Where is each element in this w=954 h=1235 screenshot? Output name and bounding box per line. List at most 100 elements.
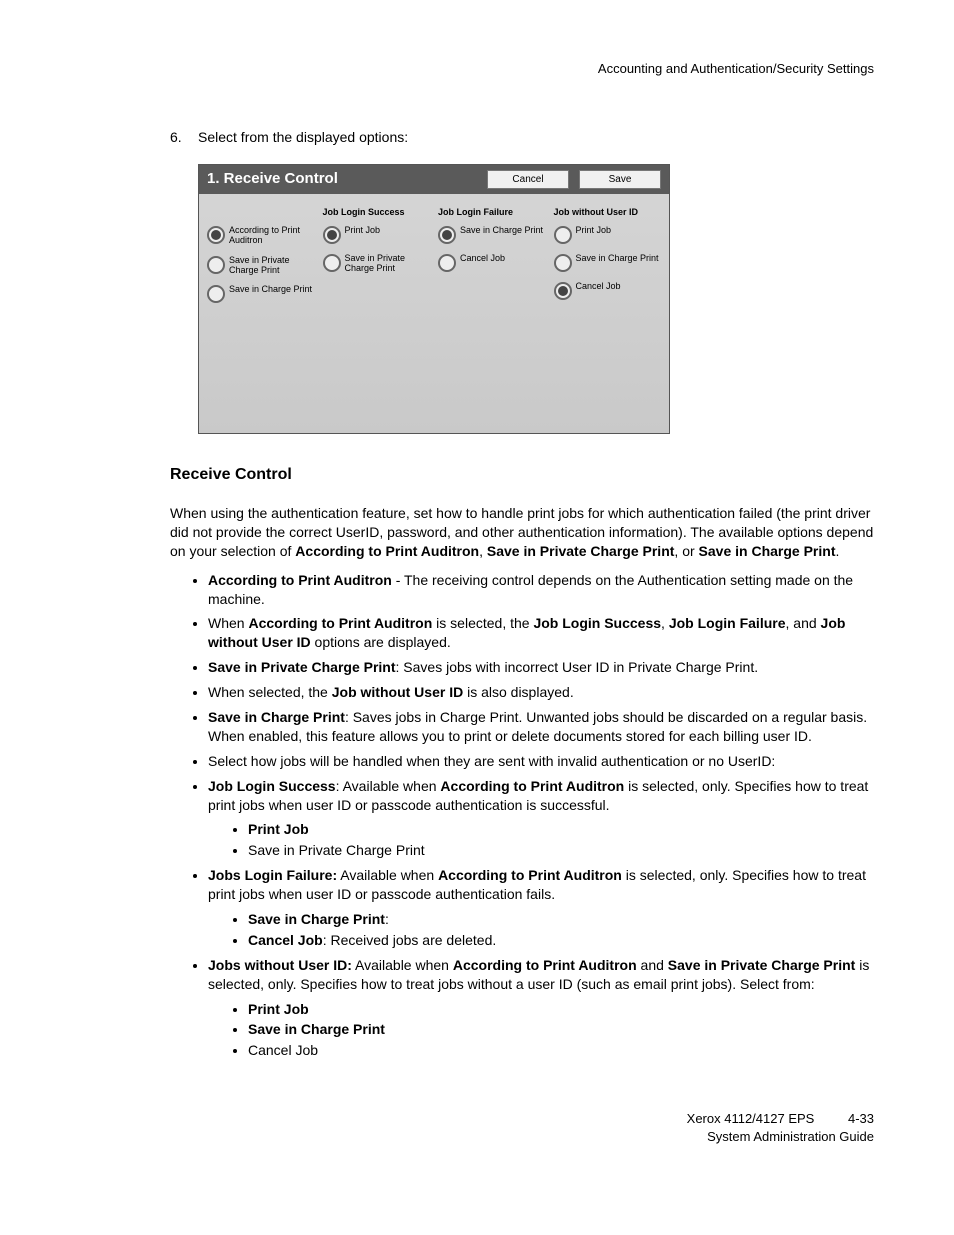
radio-save-charge-print[interactable]: Save in Charge Print [207,285,315,303]
text: is also displayed. [463,684,574,700]
footer-page-number: 4-33 [848,1110,874,1128]
radio-print-job[interactable]: Print Job [323,226,431,244]
col-job-login-failure: Job Login Failure Save in Charge Print C… [434,206,550,314]
list-item: Cancel Job [248,1041,874,1060]
radio-cancel-job[interactable]: Cancel Job [554,282,662,300]
bold: Save in Charge Print [248,1021,385,1037]
bold: Jobs Login Failure: [208,867,337,883]
radio-icon [207,285,225,303]
text: and [637,957,668,973]
col-head: Job without User ID [554,206,662,218]
bold: Save in Charge Print [208,709,345,725]
radio-label: Save in Charge Print [576,254,662,264]
text: , and [786,615,821,631]
text: options are displayed. [311,634,451,650]
radio-save-charge-print[interactable]: Save in Charge Print [554,254,662,272]
radio-icon [554,254,572,272]
text: , [479,543,487,559]
bold: According to Print Auditron [453,957,637,973]
bold: Save in Charge Print [248,911,385,927]
col-job-without-user-id: Job without User ID Print Job Save in Ch… [550,206,666,314]
step-number: 6. [170,128,198,147]
text: Available when [337,867,438,883]
radio-label: Save in Charge Print [460,226,546,236]
bold: Jobs without User ID: [208,957,352,973]
bold: Save in Private Charge Print [208,659,396,675]
sub-list: Save in Charge Print: Cancel Job: Receiv… [208,910,874,950]
col-head-blank [207,206,315,218]
bold: Cancel Job [248,932,323,948]
list-item: Jobs without User ID: Available when Acc… [208,956,874,1060]
radio-label: Print Job [345,226,431,236]
bold: According to Print Auditron [208,572,392,588]
footer-product: Xerox 4112/4127 EPS [687,1111,815,1126]
list-item: Save in Private Charge Print [248,841,874,860]
bold: According to Print Auditron [295,543,479,559]
bold: Print Job [248,821,309,837]
cancel-button[interactable]: Cancel [487,170,569,190]
col-receive-control: According to Print Auditron Save in Priv… [203,206,319,314]
text: : Received jobs are deleted. [323,932,497,948]
radio-label: Save in Charge Print [229,285,315,295]
list-item: When selected, the Job without User ID i… [208,683,874,702]
text: Select how jobs will be handled when the… [208,753,775,769]
col-job-login-success: Job Login Success Print Job Save in Priv… [319,206,435,314]
panel-body: According to Print Auditron Save in Priv… [199,194,669,434]
sub-list: Print Job Save in Private Charge Print [208,820,874,860]
text: . [835,543,839,559]
save-button[interactable]: Save [579,170,661,190]
panel-header: 1. Receive Control Cancel Save [199,165,669,193]
text: , or [674,543,698,559]
text: : Available when [336,778,441,794]
radio-label: According to Print Auditron [229,226,315,246]
radio-icon [554,226,572,244]
bold: According to Print Auditron [438,867,622,883]
panel-title: 1. Receive Control [207,169,477,189]
list-item: Save in Charge Print: [248,910,874,929]
list-item: Print Job [248,1000,874,1019]
radio-according-to-print-auditron[interactable]: According to Print Auditron [207,226,315,246]
text: : [385,911,389,927]
section-title: Receive Control [170,464,874,486]
bold: Job Login Success [208,778,336,794]
footer-doc-title: System Administration Guide [170,1128,874,1146]
radio-save-charge-print[interactable]: Save in Charge Print [438,226,546,244]
radio-icon [438,226,456,244]
bold: Job Login Failure [669,615,786,631]
radio-icon [207,226,225,244]
radio-label: Cancel Job [460,254,546,264]
list-item: Save in Private Charge Print: Saves jobs… [208,658,874,677]
bold: According to Print Auditron [248,615,432,631]
bold: Save in Charge Print [699,543,836,559]
intro-paragraph: When using the authentication feature, s… [170,504,874,561]
radio-label: Cancel Job [576,282,662,292]
list-item: According to Print Auditron - The receiv… [208,571,874,609]
step-6: 6. Select from the displayed options: [170,128,874,147]
radio-save-private-charge-print[interactable]: Save in Private Charge Print [207,256,315,276]
radio-icon [323,254,341,272]
bold: Save in Private Charge Print [487,543,675,559]
step-text: Select from the displayed options: [198,128,874,147]
radio-print-job[interactable]: Print Job [554,226,662,244]
radio-icon [554,282,572,300]
list-item: Select how jobs will be handled when the… [208,752,874,771]
list-item: Save in Charge Print: Saves jobs in Char… [208,708,874,746]
text: is selected, the [432,615,533,631]
radio-label: Print Job [576,226,662,236]
list-item: Save in Charge Print [248,1020,874,1039]
bullet-list: According to Print Auditron - The receiv… [170,571,874,1061]
col-head: Job Login Failure [438,206,546,218]
list-item: When According to Print Auditron is sele… [208,614,874,652]
bold: According to Print Auditron [440,778,624,794]
text: Save in Private Charge Print [248,842,425,858]
receive-control-panel: 1. Receive Control Cancel Save According… [198,164,670,434]
bold: Save in Private Charge Print [668,957,856,973]
radio-cancel-job[interactable]: Cancel Job [438,254,546,272]
bold: Job without User ID [332,684,463,700]
page-header: Accounting and Authentication/Security S… [170,60,874,78]
text: Available when [352,957,453,973]
sub-list: Print Job Save in Charge Print Cancel Jo… [208,1000,874,1061]
radio-save-private-charge-print[interactable]: Save in Private Charge Print [323,254,431,274]
col-head: Job Login Success [323,206,431,218]
radio-icon [207,256,225,274]
